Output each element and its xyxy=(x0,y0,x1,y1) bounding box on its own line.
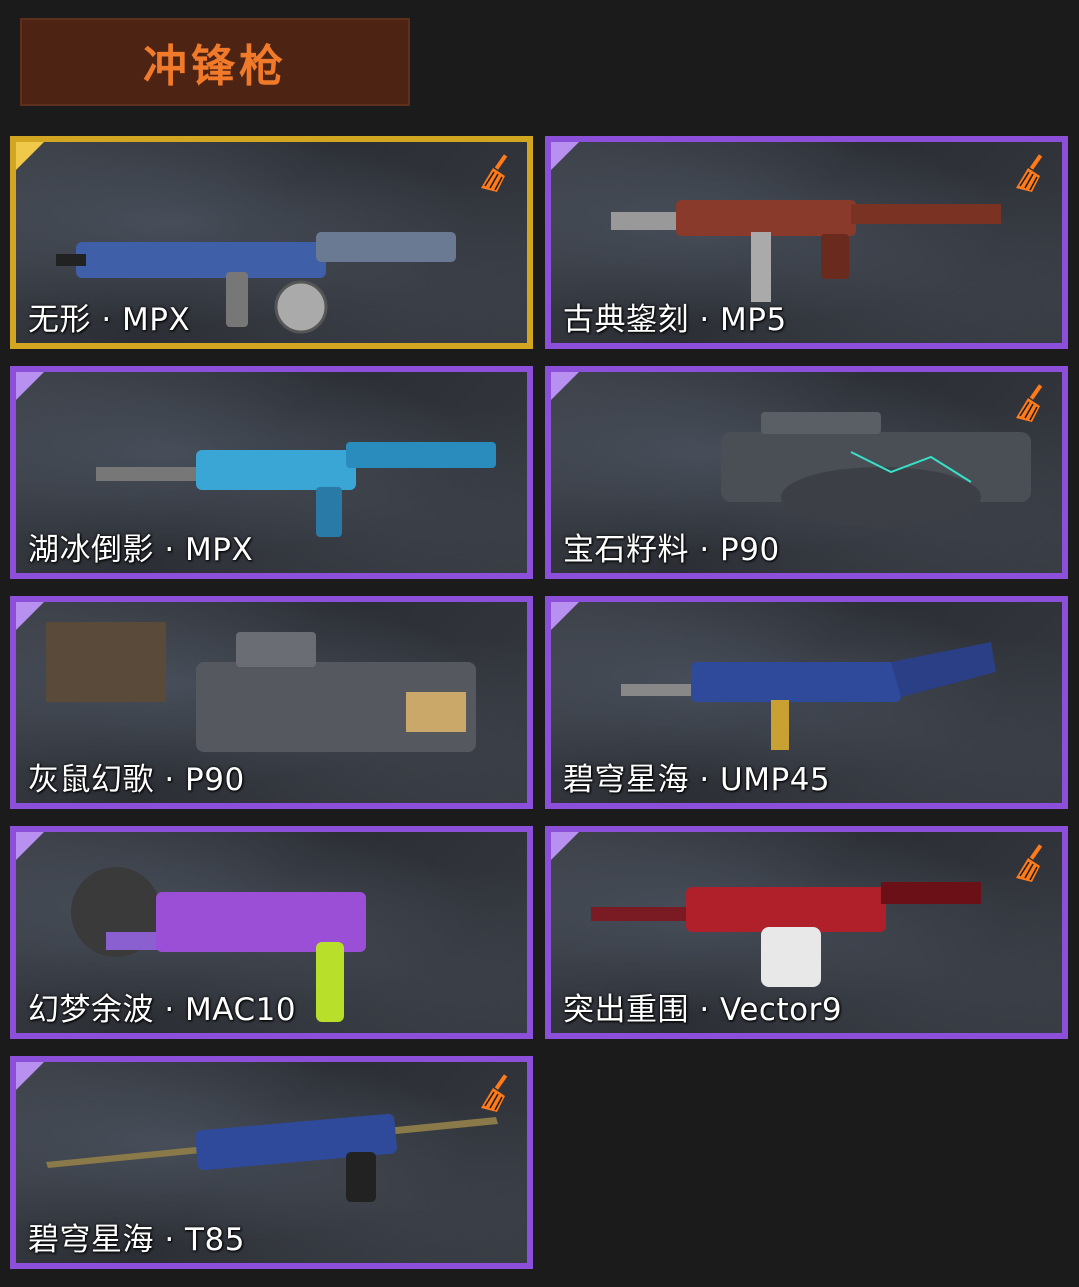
skin-card-mpx-hubing[interactable]: 湖冰倒影 · MPX xyxy=(10,366,533,579)
skin-label: 湖冰倒影 · MPX xyxy=(28,532,254,568)
broom-icon xyxy=(481,154,508,192)
skin-card-mpx-wuxing[interactable]: 无形 · MPX xyxy=(10,136,533,349)
broom-icon xyxy=(1016,154,1043,192)
skin-card-mp5-gudian[interactable]: 古典鋆刻 · MP5 xyxy=(545,136,1068,349)
skin-label: 突出重围 · Vector9 xyxy=(563,992,843,1028)
skin-card-ump45-biqiong[interactable]: 碧穹星海 · UMP45 xyxy=(545,596,1068,809)
broom-icon xyxy=(1016,384,1043,422)
skin-label: 碧穹星海 · UMP45 xyxy=(563,762,831,798)
skin-card-p90-huishu[interactable]: 灰鼠幻歌 · P90 xyxy=(10,596,533,809)
skin-label: 幻梦余波 · MAC10 xyxy=(28,992,297,1028)
skin-card-p90-baoshi[interactable]: 宝石籽料 · P90 xyxy=(545,366,1068,579)
broom-icon xyxy=(481,1074,508,1112)
skin-card-t85-biqiong[interactable]: 碧穹星海 · T85 xyxy=(10,1056,533,1269)
skin-label: 宝石籽料 · P90 xyxy=(563,532,780,568)
category-header: 冲锋枪 xyxy=(20,18,410,106)
category-title: 冲锋枪 xyxy=(143,41,287,92)
skin-label: 无形 · MPX xyxy=(28,302,191,338)
skin-label: 古典鋆刻 · MP5 xyxy=(563,302,787,338)
skin-card-vector9-tuchu[interactable]: 突出重围 · Vector9 xyxy=(545,826,1068,1039)
skin-card-mac10-huanmeng[interactable]: 幻梦余波 · MAC10 xyxy=(10,826,533,1039)
skin-label: 碧穹星海 · T85 xyxy=(28,1222,245,1258)
skin-label: 灰鼠幻歌 · P90 xyxy=(28,762,245,798)
broom-icon xyxy=(1016,844,1043,882)
